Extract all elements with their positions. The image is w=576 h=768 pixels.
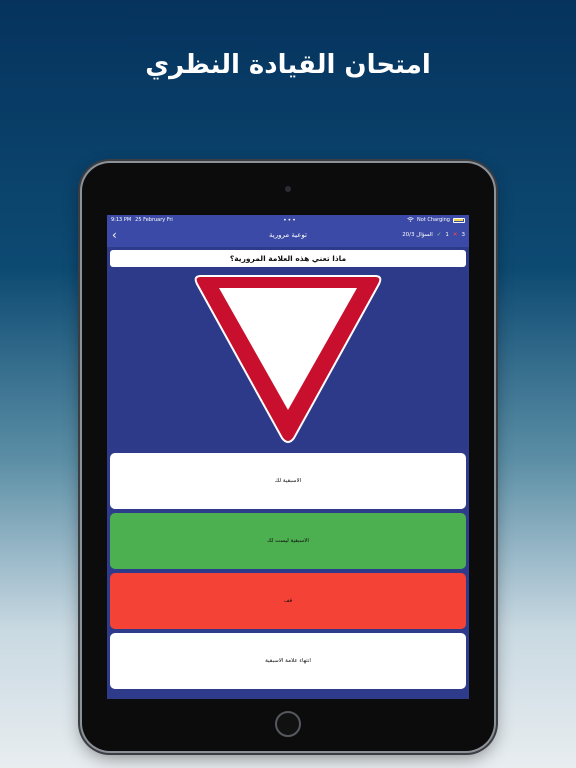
- answer-option-4[interactable]: انتهاء علامة الاسبقية: [110, 633, 466, 689]
- ipad-frame: 9:13 PM 25 February Fri ••• Not Charging…: [82, 163, 494, 751]
- question-text: ماذا تعني هذه العلامة المرورية؟: [110, 250, 466, 267]
- status-date: 25 February Fri: [135, 217, 173, 223]
- answer-option-2[interactable]: الاسبقية ليست لك: [110, 513, 466, 569]
- promo-headline: امتحان القيادة النظري: [145, 50, 431, 80]
- question-progress: السؤال 20/3: [402, 232, 433, 238]
- wrong-count: 3: [461, 232, 466, 238]
- camera-icon: [285, 186, 291, 192]
- home-button[interactable]: [275, 711, 301, 737]
- battery-icon: [452, 217, 465, 223]
- nav-bar: ‹ توعية مرورية السؤال 20/3 ✓ 1 ✕ 3: [107, 225, 469, 247]
- wrong-x-icon: ✕: [452, 232, 458, 238]
- score-stats: السؤال 20/3 ✓ 1 ✕ 3: [402, 232, 465, 238]
- multitask-dots-icon[interactable]: •••: [283, 217, 297, 224]
- correct-count: 1: [445, 232, 449, 238]
- status-left: 9:13 PM 25 February Fri: [111, 217, 173, 223]
- status-bar: 9:13 PM 25 February Fri ••• Not Charging: [107, 215, 469, 225]
- status-right: Not Charging: [407, 216, 465, 224]
- charging-status: Not Charging: [417, 217, 450, 223]
- status-time: 9:13 PM: [111, 217, 132, 223]
- answer-option-3[interactable]: قف: [110, 573, 466, 629]
- wifi-icon: [407, 216, 414, 224]
- yield-sign-icon: [194, 275, 382, 443]
- answer-option-1[interactable]: الاسبقية لك: [110, 453, 466, 509]
- app-screen: 9:13 PM 25 February Fri ••• Not Charging…: [107, 215, 469, 699]
- correct-check-icon: ✓: [436, 232, 442, 238]
- sign-image-area: [110, 270, 466, 447]
